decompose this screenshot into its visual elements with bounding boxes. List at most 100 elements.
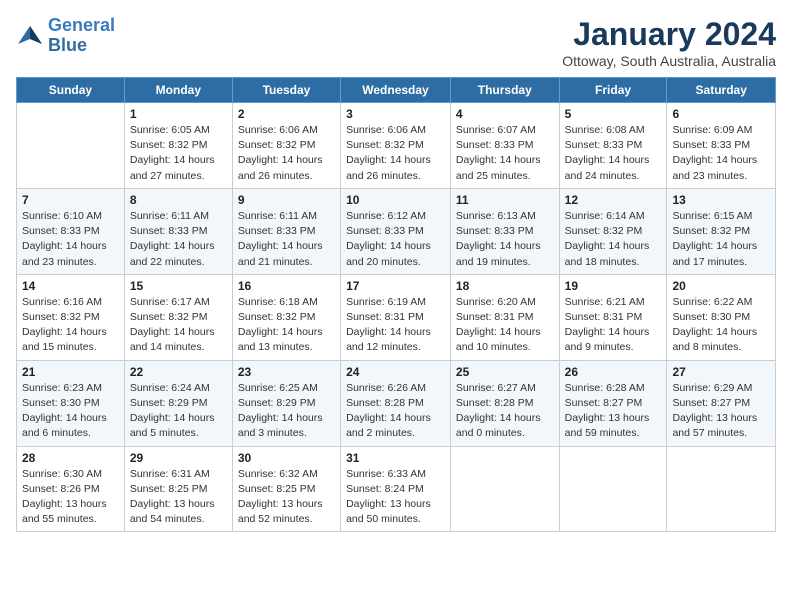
calendar-cell: 26Sunrise: 6:28 AMSunset: 8:27 PMDayligh… <box>559 360 667 446</box>
location-subtitle: Ottoway, South Australia, Australia <box>562 53 776 69</box>
calendar-cell: 28 Sunrise: 6:30 AMSunset: 8:26 PMDayligh… <box>17 446 125 532</box>
calendar-cell: 19 Sunrise: 6:21 AMSunset: 8:31 PMDayligh… <box>559 274 667 360</box>
calendar-cell: 20 Sunrise: 6:22 AMSunset: 8:30 PMDayligh… <box>667 274 776 360</box>
day-content: Sunrise: 6:06 AMSunset: 8:32 PMDaylight:… <box>346 123 445 184</box>
calendar-cell: 17Sunrise: 6:19 AMSunset: 8:31 PMDayligh… <box>341 274 451 360</box>
day-number: 20 <box>672 279 770 293</box>
calendar-cell: 5Sunrise: 6:08 AMSunset: 8:33 PMDaylight… <box>559 103 667 189</box>
day-number: 16 <box>238 279 335 293</box>
day-content: Sunrise: 6:17 AMSunset: 8:32 PMDaylight:… <box>130 295 227 356</box>
day-content: Sunrise: 6:13 AMSunset: 8:33 PMDaylight:… <box>456 209 554 270</box>
day-number: 26 <box>565 365 662 379</box>
calendar-table: SundayMondayTuesdayWednesdayThursdayFrid… <box>16 77 776 532</box>
calendar-week-row: 1 Sunrise: 6:05 AMSunset: 8:32 PMDaylight… <box>17 103 776 189</box>
calendar-cell: 1 Sunrise: 6:05 AMSunset: 8:32 PMDaylight… <box>124 103 232 189</box>
day-number: 4 <box>456 107 554 121</box>
day-content: Sunrise: 6:24 AMSunset: 8:29 PMDaylight:… <box>130 381 227 442</box>
day-number: 29 <box>130 451 227 465</box>
calendar-cell: 14 Sunrise: 6:16 AMSunset: 8:32 PMDayligh… <box>17 274 125 360</box>
day-content: Sunrise: 6:16 AMSunset: 8:32 PMDaylight:… <box>22 295 119 356</box>
calendar-cell: 22 Sunrise: 6:24 AMSunset: 8:29 PMDayligh… <box>124 360 232 446</box>
day-number: 27 <box>672 365 770 379</box>
calendar-week-row: 21 Sunrise: 6:23 AMSunset: 8:30 PMDayligh… <box>17 360 776 446</box>
logo-icon <box>16 22 44 50</box>
day-content: Sunrise: 6:22 AMSunset: 8:30 PMDaylight:… <box>672 295 770 356</box>
calendar-cell: 13 Sunrise: 6:15 AMSunset: 8:32 PMDayligh… <box>667 188 776 274</box>
calendar-cell: 3 Sunrise: 6:06 AMSunset: 8:32 PMDaylight… <box>341 103 451 189</box>
calendar-cell: 29 Sunrise: 6:31 AMSunset: 8:25 PMDayligh… <box>124 446 232 532</box>
day-content: Sunrise: 6:18 AMSunset: 8:32 PMDaylight:… <box>238 295 335 356</box>
day-content: Sunrise: 6:06 AMSunset: 8:32 PMDaylight:… <box>238 123 335 184</box>
day-number: 15 <box>130 279 227 293</box>
calendar-week-row: 28 Sunrise: 6:30 AMSunset: 8:26 PMDayligh… <box>17 446 776 532</box>
day-content: Sunrise: 6:14 AMSunset: 8:32 PMDaylight:… <box>565 209 662 270</box>
day-number: 22 <box>130 365 227 379</box>
day-number: 3 <box>346 107 445 121</box>
day-content: Sunrise: 6:33 AMSunset: 8:24 PMDaylight:… <box>346 467 445 528</box>
day-number: 12 <box>565 193 662 207</box>
day-number: 28 <box>22 451 119 465</box>
calendar-cell <box>450 446 559 532</box>
day-content: Sunrise: 6:23 AMSunset: 8:30 PMDaylight:… <box>22 381 119 442</box>
calendar-cell: 16 Sunrise: 6:18 AMSunset: 8:32 PMDayligh… <box>232 274 340 360</box>
calendar-cell: 24 Sunrise: 6:26 AMSunset: 8:28 PMDayligh… <box>341 360 451 446</box>
day-number: 23 <box>238 365 335 379</box>
calendar-cell: 18 Sunrise: 6:20 AMSunset: 8:31 PMDayligh… <box>450 274 559 360</box>
day-number: 31 <box>346 451 445 465</box>
day-content: Sunrise: 6:07 AMSunset: 8:33 PMDaylight:… <box>456 123 554 184</box>
day-number: 18 <box>456 279 554 293</box>
weekday-header: Saturday <box>667 78 776 103</box>
calendar-week-row: 7 Sunrise: 6:10 AMSunset: 8:33 PMDaylight… <box>17 188 776 274</box>
calendar-cell: 27Sunrise: 6:29 AMSunset: 8:27 PMDayligh… <box>667 360 776 446</box>
calendar-cell: 6 Sunrise: 6:09 AMSunset: 8:33 PMDaylight… <box>667 103 776 189</box>
day-content: Sunrise: 6:05 AMSunset: 8:32 PMDaylight:… <box>130 123 227 184</box>
day-number: 13 <box>672 193 770 207</box>
calendar-week-row: 14 Sunrise: 6:16 AMSunset: 8:32 PMDayligh… <box>17 274 776 360</box>
calendar-cell: 23 Sunrise: 6:25 AMSunset: 8:29 PMDayligh… <box>232 360 340 446</box>
calendar-cell: 2 Sunrise: 6:06 AMSunset: 8:32 PMDaylight… <box>232 103 340 189</box>
calendar-cell: 30 Sunrise: 6:32 AMSunset: 8:25 PMDayligh… <box>232 446 340 532</box>
month-title: January 2024 <box>562 16 776 53</box>
weekday-header: Monday <box>124 78 232 103</box>
weekday-header: Friday <box>559 78 667 103</box>
day-content: Sunrise: 6:11 AMSunset: 8:33 PMDaylight:… <box>238 209 335 270</box>
calendar-cell: 7 Sunrise: 6:10 AMSunset: 8:33 PMDaylight… <box>17 188 125 274</box>
day-number: 2 <box>238 107 335 121</box>
day-number: 21 <box>22 365 119 379</box>
calendar-cell <box>17 103 125 189</box>
day-content: Sunrise: 6:26 AMSunset: 8:28 PMDaylight:… <box>346 381 445 442</box>
day-content: Sunrise: 6:31 AMSunset: 8:25 PMDaylight:… <box>130 467 227 528</box>
calendar-cell: 11 Sunrise: 6:13 AMSunset: 8:33 PMDayligh… <box>450 188 559 274</box>
calendar-cell <box>559 446 667 532</box>
day-number: 6 <box>672 107 770 121</box>
day-content: Sunrise: 6:27 AMSunset: 8:28 PMDaylight:… <box>456 381 554 442</box>
day-content: Sunrise: 6:09 AMSunset: 8:33 PMDaylight:… <box>672 123 770 184</box>
day-number: 11 <box>456 193 554 207</box>
day-number: 7 <box>22 193 119 207</box>
day-number: 24 <box>346 365 445 379</box>
day-number: 5 <box>565 107 662 121</box>
day-number: 9 <box>238 193 335 207</box>
day-content: Sunrise: 6:21 AMSunset: 8:31 PMDaylight:… <box>565 295 662 356</box>
day-number: 1 <box>130 107 227 121</box>
calendar-cell: 9 Sunrise: 6:11 AMSunset: 8:33 PMDaylight… <box>232 188 340 274</box>
calendar-cell: 15 Sunrise: 6:17 AMSunset: 8:32 PMDayligh… <box>124 274 232 360</box>
day-content: Sunrise: 6:11 AMSunset: 8:33 PMDaylight:… <box>130 209 227 270</box>
day-content: Sunrise: 6:20 AMSunset: 8:31 PMDaylight:… <box>456 295 554 356</box>
day-content: Sunrise: 6:10 AMSunset: 8:33 PMDaylight:… <box>22 209 119 270</box>
day-number: 19 <box>565 279 662 293</box>
day-content: Sunrise: 6:30 AMSunset: 8:26 PMDaylight:… <box>22 467 119 528</box>
calendar-cell: 21 Sunrise: 6:23 AMSunset: 8:30 PMDayligh… <box>17 360 125 446</box>
day-number: 8 <box>130 193 227 207</box>
header: General Blue January 2024 Ottoway, South… <box>16 16 776 69</box>
day-content: Sunrise: 6:25 AMSunset: 8:29 PMDaylight:… <box>238 381 335 442</box>
day-content: Sunrise: 6:32 AMSunset: 8:25 PMDaylight:… <box>238 467 335 528</box>
day-content: Sunrise: 6:19 AMSunset: 8:31 PMDaylight:… <box>346 295 445 356</box>
day-number: 30 <box>238 451 335 465</box>
day-content: Sunrise: 6:15 AMSunset: 8:32 PMDaylight:… <box>672 209 770 270</box>
logo: General Blue <box>16 16 115 56</box>
weekday-header: Thursday <box>450 78 559 103</box>
day-number: 25 <box>456 365 554 379</box>
day-number: 14 <box>22 279 119 293</box>
calendar-cell: 4 Sunrise: 6:07 AMSunset: 8:33 PMDaylight… <box>450 103 559 189</box>
